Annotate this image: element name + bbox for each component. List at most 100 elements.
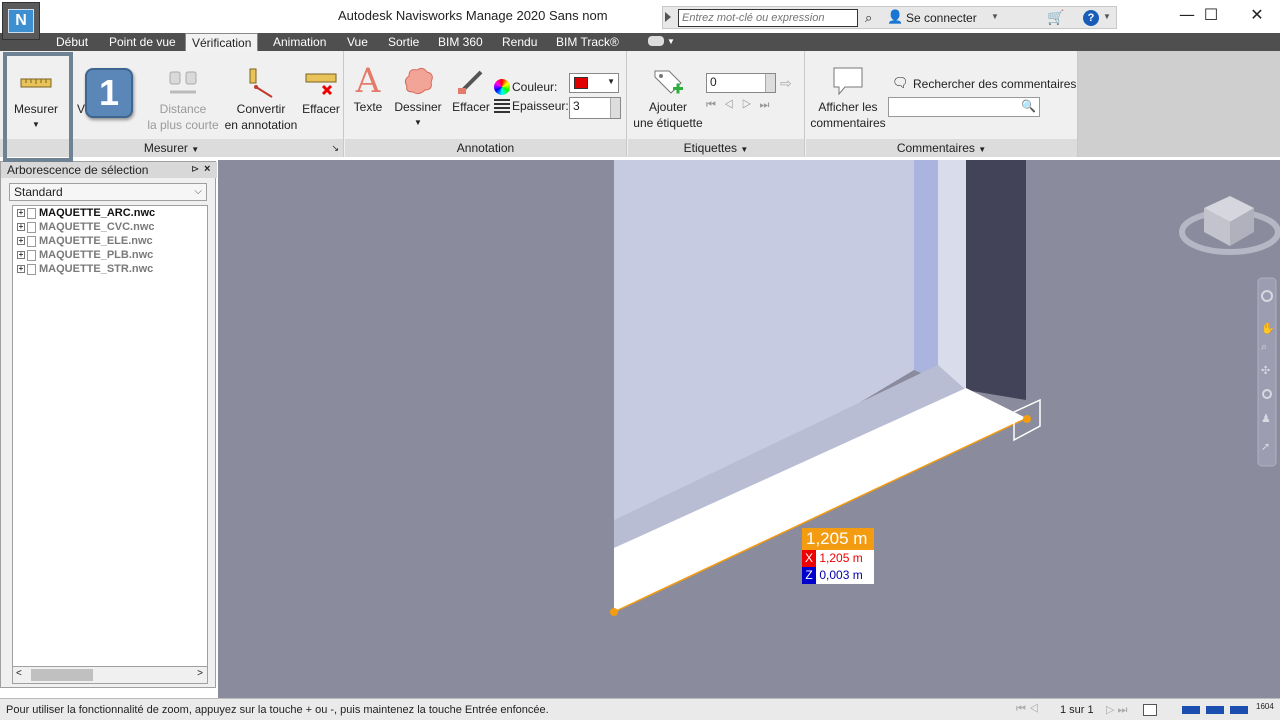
file-icon (27, 207, 36, 219)
chevron-down-icon[interactable]: ▼ (1103, 12, 1111, 21)
tree-view: + MAQUETTE_ARC.nwc + MAQUETTE_CVC.nwc + MAQ… (12, 205, 208, 682)
tab-rendu[interactable]: Rendu (496, 33, 543, 51)
search-icon[interactable]: 🔍 (1021, 99, 1036, 113)
erase-annotation-label: Effacer (452, 100, 490, 114)
user-icon: 👤 (887, 9, 904, 24)
3d-viewport[interactable]: ✋ ⌕ ✣ ♟ ➚ 1,205 m X 1,205 m Z 0,003 m (218, 160, 1280, 698)
tree-item[interactable]: + MAQUETTE_ELE.nwc (17, 234, 153, 248)
spinner-arrows-icon[interactable] (765, 74, 775, 92)
tab-debut[interactable]: Début (50, 33, 94, 51)
close-icon[interactable]: ✕ (1234, 4, 1280, 28)
application-button[interactable]: N (2, 2, 40, 40)
tree-item[interactable]: + MAQUETTE_ARC.nwc (17, 206, 155, 220)
show-comments-button[interactable]: Afficher les commentaires (808, 63, 888, 131)
measurement-x-value: 1,205 m (819, 551, 863, 565)
horizontal-scrollbar[interactable]: < > (12, 666, 208, 684)
goto-tag-icon: ⇨ (780, 75, 792, 91)
tree-mode-select[interactable]: Standard ⌵ (9, 183, 207, 201)
tab-point-de-vue[interactable]: Point de vue (103, 33, 182, 51)
tab-bim-track[interactable]: BIM Track® (550, 33, 625, 51)
comments-search-input[interactable]: 🔍 (888, 97, 1040, 117)
color-picker[interactable]: ▼ (569, 73, 619, 93)
thickness-stepper[interactable]: 3 (569, 97, 621, 119)
tree-item[interactable]: + MAQUETTE_CVC.nwc (17, 220, 155, 234)
tab-verification[interactable]: Vérification (185, 33, 259, 51)
erase-annotation-button[interactable]: Effacer (451, 63, 491, 115)
measure-button[interactable]: Mesurer ▼ (10, 65, 62, 133)
select-icon[interactable]: ➚ (1261, 440, 1270, 453)
sheet-browser-icon[interactable] (1143, 704, 1157, 716)
orbit-icon[interactable]: ✣ (1261, 364, 1270, 377)
file-icon (27, 263, 36, 275)
chevron-down-icon: ▼ (191, 145, 200, 154)
tree-item[interactable]: + MAQUETTE_PLB.nwc (17, 248, 153, 262)
ribbon-tabs: Début Point de vue Vérification Animatio… (0, 33, 1280, 51)
search-input[interactable] (678, 9, 858, 27)
convert-annotation-icon (222, 65, 300, 101)
scroll-right-icon[interactable]: > (197, 668, 203, 679)
panel-title-text: Commentaires (896, 141, 975, 155)
measure-end-point[interactable] (1023, 415, 1031, 423)
dialog-launcher-icon[interactable]: ↘ (331, 139, 339, 157)
pan-icon[interactable]: ✋ (1261, 322, 1275, 335)
panel-title-etiquettes[interactable]: Etiquettes ▼ (628, 139, 804, 157)
convert-to-annotation-button[interactable]: Convertir en annotation (222, 65, 300, 133)
title-bar: Autodesk Navisworks Manage 2020 Sans nom… (0, 0, 1280, 33)
tag-id-input[interactable]: 0 (706, 73, 776, 93)
show-comments-label-1: Afficher les (818, 100, 878, 114)
tree-item-label: MAQUETTE_PLB.nwc (39, 249, 154, 261)
infocenter-bar: ⌕ 👤 Se connecter ▼ 🛒 ? ▼ (662, 6, 1117, 29)
selection-tree-panel: Arborescence de sélection ⊳ × Standard ⌵… (0, 161, 217, 688)
text-label: Texte (353, 100, 383, 114)
spinner-arrows-icon[interactable] (610, 98, 620, 118)
expand-icon[interactable]: + (17, 223, 25, 232)
tab-animation[interactable]: Animation (267, 33, 332, 51)
ribbon-empty-area (1078, 51, 1280, 157)
measurement-x-row: X 1,205 m (802, 550, 874, 567)
text-button[interactable]: A Texte (349, 63, 387, 115)
signin-link[interactable]: Se connecter (906, 11, 977, 25)
walk-icon[interactable]: ♟ (1261, 412, 1271, 425)
tag-add-icon (630, 63, 706, 99)
help-icon[interactable]: ? (1083, 10, 1099, 26)
tab-bim360[interactable]: BIM 360 (432, 33, 489, 51)
tree-item-label: MAQUETTE_STR.nwc (39, 263, 154, 275)
zoom-icon[interactable]: ⌕ (1261, 340, 1267, 353)
chevron-down-icon[interactable]: ▼ (991, 12, 999, 21)
navisworks-logo-icon: N (8, 9, 34, 33)
draw-button[interactable]: Dessiner ▼ (393, 63, 443, 131)
expand-icon[interactable]: + (17, 251, 25, 260)
expand-icon[interactable]: + (17, 237, 25, 246)
add-tag-button[interactable]: Ajouter une étiquette (630, 63, 706, 131)
workspace-icon[interactable] (648, 36, 664, 46)
wall-dark-side (966, 160, 1026, 400)
erase-measure-button[interactable]: Effacer (300, 65, 342, 117)
binoculars-icon[interactable]: ⌕ (865, 10, 872, 26)
panel-etiquettes: Ajouter une étiquette 0 ⇨ ⏮◁▷⏭ Etiquette… (628, 51, 805, 157)
color-swatch (574, 77, 588, 89)
selection-tree-title: Arborescence de sélection (1, 162, 217, 178)
chevron-down-icon[interactable]: ▼ (10, 117, 62, 133)
panel-title-mesurer[interactable]: Mesurer ▼ ↘ (0, 139, 343, 157)
collapse-search-icon[interactable] (665, 12, 671, 22)
cart-icon[interactable]: 🛒 (1047, 9, 1064, 26)
chevron-down-icon[interactable]: ▼ (393, 115, 443, 131)
scroll-thumb[interactable] (31, 669, 93, 681)
tab-vue[interactable]: Vue (341, 33, 374, 51)
chevron-down-icon: ▼ (607, 77, 615, 86)
shortest-distance-icon (144, 65, 222, 101)
tree-item[interactable]: + MAQUETTE_STR.nwc (17, 262, 153, 276)
panel-title-text: Mesurer (143, 141, 188, 155)
measurement-z-row: Z 0,003 m (802, 567, 874, 584)
pin-icon[interactable]: ⊳ (191, 164, 199, 175)
panel-title-commentaires[interactable]: Commentaires ▼ (806, 139, 1077, 157)
maximize-icon[interactable]: ☐ (1188, 4, 1234, 28)
file-icon (27, 221, 36, 233)
measure-start-point[interactable] (610, 608, 618, 616)
tab-sortie[interactable]: Sortie (382, 33, 425, 51)
expand-icon[interactable]: + (17, 209, 25, 218)
close-icon[interactable]: × (204, 163, 210, 175)
scroll-left-icon[interactable]: < (16, 668, 22, 679)
chevron-down-icon[interactable]: ▼ (667, 33, 675, 51)
expand-icon[interactable]: + (17, 265, 25, 274)
